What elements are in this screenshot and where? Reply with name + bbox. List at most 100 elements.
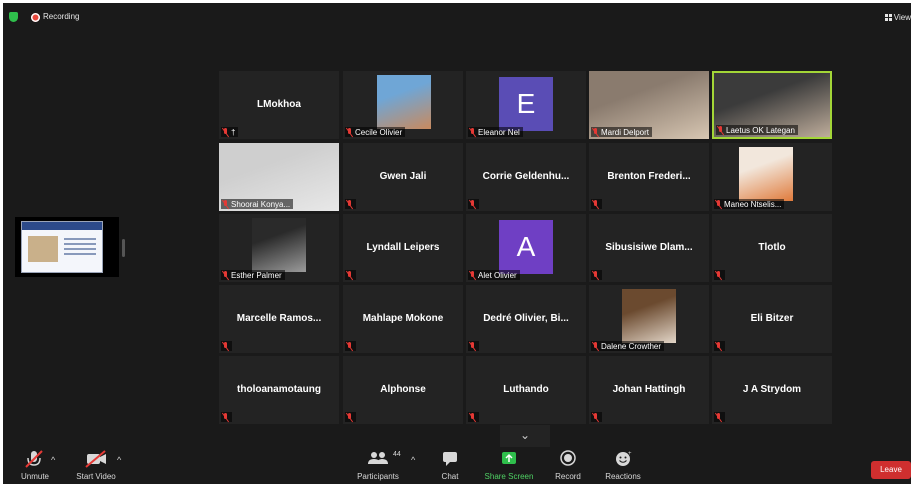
chat-button[interactable]: Chat <box>433 449 467 484</box>
participant-name: Corrie Geldenhu... <box>482 171 570 182</box>
participant-tile[interactable]: E Eleanor Nel <box>466 71 586 139</box>
mic-muted-icon <box>346 412 353 422</box>
participant-tile[interactable]: Shoorai Konya... <box>219 143 339 211</box>
security-shield-icon[interactable] <box>9 12 18 22</box>
participant-caption <box>345 341 356 351</box>
splitter-handle[interactable] <box>122 239 125 257</box>
mic-muted-icon <box>222 270 229 280</box>
recording-icon <box>31 13 40 22</box>
meeting-toolbar: Unmute ^ Start Video ^ 44 Participants ^… <box>3 449 911 484</box>
participant-caption-label: Shoorai Konya... <box>231 199 291 209</box>
mic-muted-icon <box>346 127 353 137</box>
participant-caption: Esther Palmer <box>221 270 285 280</box>
participant-tile[interactable]: Brenton Frederi... <box>589 143 709 211</box>
audio-options-caret-icon[interactable]: ^ <box>51 455 55 465</box>
participants-label: Participants <box>357 472 399 481</box>
unmute-button[interactable]: Unmute <box>15 449 55 484</box>
participant-tile[interactable]: Gwen Jali <box>343 143 463 211</box>
participant-caption-label: Cecile Olivier <box>355 127 403 137</box>
participant-caption <box>345 412 356 422</box>
svg-text:+: + <box>628 451 632 457</box>
share-screen-button[interactable]: Share Screen <box>481 449 537 484</box>
participants-caret-icon[interactable]: ^ <box>411 455 415 465</box>
mic-muted-icon <box>222 412 229 422</box>
participant-tile[interactable]: Maneo Ntselis... <box>712 143 832 211</box>
mic-muted-icon <box>717 125 724 135</box>
participant-tile[interactable]: A Alet Olivier <box>466 214 586 282</box>
participant-tile[interactable]: Mardi Delport <box>589 71 709 139</box>
participant-name: Luthando <box>503 384 549 395</box>
participant-tile[interactable]: Eli Bitzer <box>712 285 832 353</box>
mic-muted-icon <box>222 341 229 351</box>
share-screen-icon <box>494 449 524 469</box>
participant-caption <box>714 412 725 422</box>
mic-muted-icon <box>222 127 229 137</box>
start-video-button[interactable]: Start Video <box>71 449 121 484</box>
participant-tile[interactable]: Laetus OK Lategan <box>712 71 832 139</box>
participant-name: J A Strydom <box>742 384 802 395</box>
participant-tile[interactable]: Corrie Geldenhu... <box>466 143 586 211</box>
reactions-button[interactable]: + Reactions <box>601 449 645 484</box>
chat-icon <box>435 449 465 469</box>
participant-tile[interactable]: Alphonse <box>343 356 463 424</box>
mic-muted-icon <box>592 127 599 137</box>
participant-caption <box>591 412 602 422</box>
reactions-label: Reactions <box>605 472 641 481</box>
participant-caption <box>468 412 479 422</box>
leave-button[interactable]: Leave <box>871 461 911 479</box>
participant-video <box>622 289 676 343</box>
participant-caption-label: Maneo Ntselis... <box>724 199 782 209</box>
mic-muted-icon <box>469 341 476 351</box>
participants-button[interactable]: 44 Participants <box>353 449 403 484</box>
mic-muted-icon <box>469 270 476 280</box>
video-options-caret-icon[interactable]: ^ <box>117 455 121 465</box>
mic-muted-icon <box>469 412 476 422</box>
participant-tile[interactable]: J A Strydom <box>712 356 832 424</box>
participant-tile[interactable]: tholoanamotaung <box>219 356 339 424</box>
record-button[interactable]: Record <box>551 449 585 484</box>
participant-tile[interactable]: Mahlape Mokone <box>343 285 463 353</box>
participant-tile[interactable]: Sibusisiwe Dlam... <box>589 214 709 282</box>
participant-name: Gwen Jali <box>379 171 427 182</box>
zoom-window: Recording View LMokhoa † Cecile Olivier E El… <box>0 0 911 484</box>
participant-tile[interactable]: Dedré Olivier, Bi... <box>466 285 586 353</box>
participant-name: Eli Bitzer <box>750 313 794 324</box>
participant-caption: † <box>221 127 239 137</box>
participant-caption <box>714 341 725 351</box>
view-button[interactable]: View <box>884 13 911 22</box>
participant-tile[interactable]: Tlotlo <box>712 214 832 282</box>
grid-view-icon <box>884 14 892 21</box>
mic-muted-icon <box>346 199 353 209</box>
participant-tile[interactable]: LMokhoa † <box>219 71 339 139</box>
participant-caption <box>345 199 356 209</box>
start-video-label: Start Video <box>76 472 116 481</box>
participant-name: tholoanamotaung <box>237 384 321 395</box>
participant-caption: Mardi Delport <box>591 127 653 137</box>
participant-caption-label: Alet Olivier <box>478 270 517 280</box>
mic-muted-icon <box>592 412 599 422</box>
participant-name: Tlotlo <box>758 242 786 253</box>
participant-name: Marcelle Ramos... <box>236 313 322 324</box>
participant-caption <box>221 412 232 422</box>
mic-muted-icon <box>469 127 476 137</box>
share-screen-label: Share Screen <box>484 472 534 481</box>
shared-screen-thumbnail[interactable] <box>15 217 119 277</box>
participant-name: Brenton Frederi... <box>607 171 691 182</box>
participant-tile[interactable]: Johan Hattingh <box>589 356 709 424</box>
chevron-down-icon[interactable]: ⌄ <box>500 425 550 447</box>
record-label: Record <box>555 472 581 481</box>
participant-tile[interactable]: Luthando <box>466 356 586 424</box>
chat-label: Chat <box>441 472 459 481</box>
participant-tile[interactable]: Dalene Crowther <box>589 285 709 353</box>
participant-tile[interactable]: Lyndall Leipers <box>343 214 463 282</box>
mic-muted-icon <box>20 449 50 469</box>
participant-caption <box>591 199 602 209</box>
participant-caption <box>714 270 725 280</box>
participant-tile[interactable]: Cecile Olivier <box>343 71 463 139</box>
participant-caption: Laetus OK Lategan <box>716 125 798 135</box>
participant-tile[interactable]: Esther Palmer <box>219 214 339 282</box>
pin-icon: † <box>231 127 236 137</box>
participant-tile[interactable]: Marcelle Ramos... <box>219 285 339 353</box>
participant-caption <box>468 199 479 209</box>
participant-name: Dedré Olivier, Bi... <box>483 313 569 324</box>
